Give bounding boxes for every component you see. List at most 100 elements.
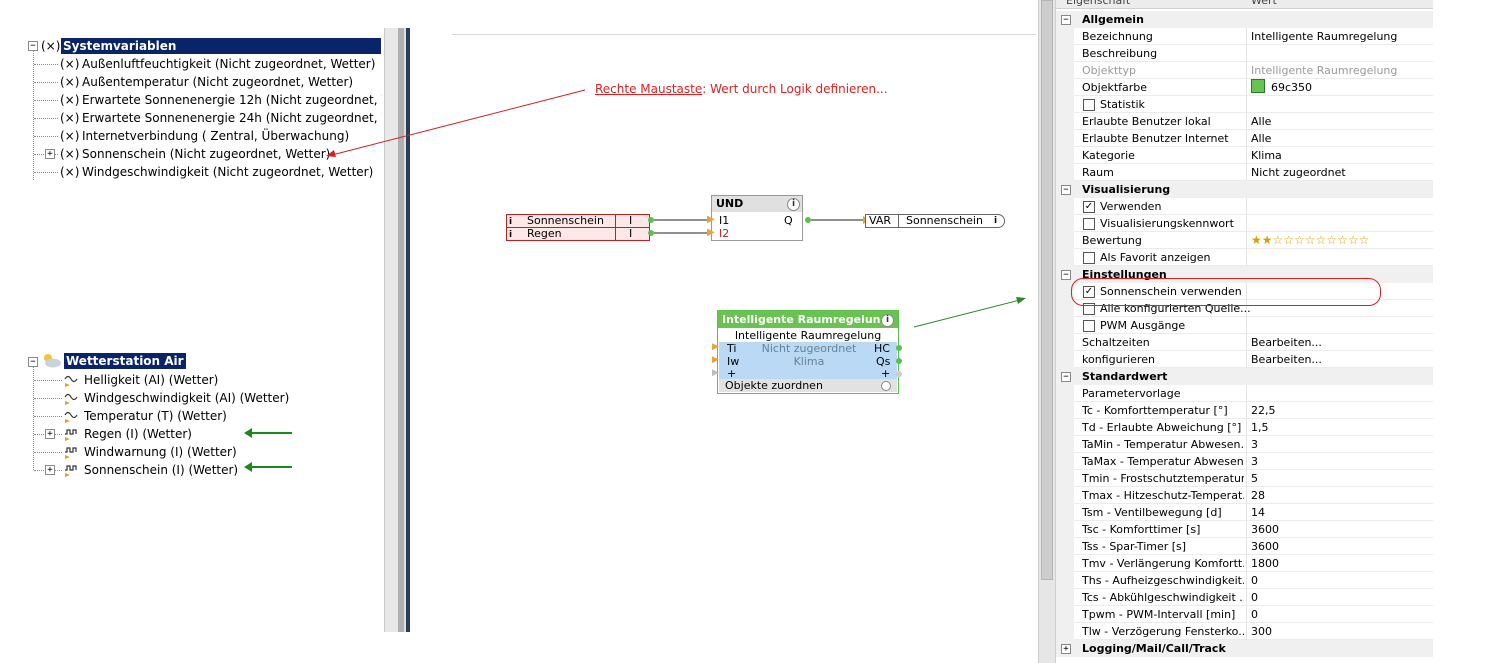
pg-row-kategorie[interactable]: Kategorie Klima [1056,147,1433,164]
expand-toggle[interactable]: + [45,465,55,475]
checkbox[interactable] [1083,320,1095,332]
property-value[interactable]: 0 [1251,606,1431,623]
property-value[interactable]: 28 [1251,487,1431,504]
property-value[interactable]: Alle [1251,113,1431,130]
pg-row-tsc-komforttimer-s[interactable]: Tsc - Komforttimer [s] 3600 [1056,521,1433,538]
category-toggle[interactable]: − [1061,270,1071,280]
pg-category-allgemein[interactable]: − Allgemein [1056,11,1433,28]
property-value[interactable]: 3600 [1251,538,1431,555]
expand-toggle[interactable]: + [45,429,55,439]
tree-root-wetterstation[interactable]: Wetterstation Air [64,353,186,369]
pg-row-tmin-frostschutztemperatur[interactable]: Tmin - Frostschutztemperatur... 5 [1056,470,1433,487]
pg-category-standardwert[interactable]: − Standardwert [1056,368,1433,385]
pg-row-erlaubte-benutzer-lokal[interactable]: Erlaubte Benutzer lokal Alle [1056,113,1433,130]
property-value[interactable]: 1,5 [1251,419,1431,436]
pg-row-objekttyp[interactable]: Objekttyp Intelligente Raumregelung [1056,62,1433,79]
expand-toggle[interactable]: + [45,149,55,159]
property-value[interactable]: 22,5 [1251,402,1431,419]
pg-row-erlaubte-benutzer-internet[interactable]: Erlaubte Benutzer Internet Alle [1056,130,1433,147]
pg-row-als-favorit-anzeigen[interactable]: Als Favorit anzeigen [1056,249,1433,266]
pg-row-verwenden[interactable]: ✓ Verwenden [1056,198,1433,215]
tree-item[interactable]: Windwarnung (I) (Wetter) [84,443,237,461]
pg-row-raum[interactable]: Raum Nicht zugeordnet [1056,164,1433,181]
property-value[interactable]: 69c350 [1251,79,1431,96]
property-name: Tmin - Frostschutztemperatur... [1082,472,1244,485]
tree-item[interactable]: Regen (I) (Wetter) [84,425,192,443]
category-toggle[interactable]: − [1061,372,1071,382]
property-value[interactable]: Bearbeiten... [1251,351,1431,368]
property-value[interactable]: Intelligente Raumregelung [1251,28,1431,45]
pg-row-visualisierungskennwort[interactable]: Visualisierungskennwort [1056,215,1433,232]
input-sonnenschein[interactable]: i Sonnenschein I [506,214,650,228]
checkbox[interactable]: ✓ [1083,201,1095,213]
pg-row-tmv-verl-ngerung-komfortt[interactable]: Tmv - Verlängerung Komfortt... 1800 [1056,555,1433,572]
property-value[interactable]: 1800 [1251,555,1431,572]
settings-icon[interactable] [881,381,891,391]
property-value[interactable]: 3 [1251,453,1431,470]
checkbox[interactable] [1083,252,1095,264]
property-value[interactable]: 0 [1251,589,1431,606]
tree-item[interactable]: Helligkeit (AI) (Wetter) [84,371,218,389]
pg-row-pwm-ausg-nge[interactable]: PWM Ausgänge [1056,317,1433,334]
pg-row-bewertung[interactable]: Bewertung ★★☆☆☆☆☆☆☆☆☆ [1056,232,1433,249]
pg-row-ths-aufheizgeschwindigkeit[interactable]: Ths - Aufheizgeschwindigkeit... 0 [1056,572,1433,589]
checkbox[interactable] [1083,218,1095,230]
property-value[interactable]: 0 [1251,572,1431,589]
property-name: Ths - Aufheizgeschwindigkeit... [1082,574,1244,587]
tree-item[interactable]: Windgeschwindigkeit (Nicht zugeordnet, W… [82,163,373,181]
pg-row-td-erlaubte-abweichung[interactable]: Td - Erlaubte Abweichung [°] 1,5 [1056,419,1433,436]
pg-category-logging-mail-call-track[interactable]: + Logging/Mail/Call/Track [1056,640,1433,657]
pg-row-konfigurieren[interactable]: konfigurieren Bearbeiten... [1056,351,1433,368]
category-toggle[interactable]: + [1061,644,1071,654]
pg-row-beschreibung[interactable]: Beschreibung [1056,45,1433,62]
property-value[interactable]: 3 [1251,436,1431,453]
tree-item[interactable]: Außenluftfeuchtigkeit (Nicht zugeordnet,… [82,55,375,73]
raumregelung-block[interactable]: Intelligente Raumregelung i Intelligente… [712,310,902,394]
pg-row-tpwm-pwm-intervall-min[interactable]: Tpwm - PWM-Intervall [min] 0 [1056,606,1433,623]
property-value[interactable]: 5 [1251,470,1431,487]
pg-row-tcs-abk-hlgeschwindigkeit[interactable]: Tcs - Abkühlgeschwindigkeit ... 0 [1056,589,1433,606]
category-toggle[interactable]: − [1061,185,1071,195]
rating-stars[interactable]: ★★☆☆☆☆☆☆☆☆☆ [1251,232,1431,249]
property-value[interactable]: 300 [1251,623,1431,640]
vertical-scrollbar[interactable] [1039,0,1056,663]
pg-row-tamin-temperatur-abwesen[interactable]: TaMin - Temperatur Abwesen... 3 [1056,436,1433,453]
pg-row-tsm-ventilbewegung-d[interactable]: Tsm - Ventilbewegung [d] 14 [1056,504,1433,521]
var-sonnenschein[interactable]: VAR Sonnenschein i [865,214,1005,228]
pg-row-tss-spar-timer-s[interactable]: Tss - Spar-Timer [s] 3600 [1056,538,1433,555]
var-label: Sonnenschein [906,214,983,227]
tree-item[interactable]: Internetverbindung ( Zentral, Überwachun… [82,127,349,145]
property-value[interactable]: 14 [1251,504,1431,521]
pg-category-visualisierung[interactable]: − Visualisierung [1056,181,1433,198]
property-value[interactable]: Alle [1251,130,1431,147]
pg-row-tlw-verz-gerung-fensterko[interactable]: Tlw - Verzögerung Fensterko... 300 [1056,623,1433,640]
raum-footer[interactable]: Objekte zuordnen [719,379,897,392]
info-icon[interactable]: i [787,198,800,211]
tree-item[interactable]: Sonnenschein (Nicht zugeordnet, Wetter) [82,145,330,163]
property-value[interactable]: 3600 [1251,521,1431,538]
property-value[interactable]: Bearbeiten... [1251,334,1431,351]
category-toggle[interactable]: − [1061,15,1071,25]
input-regen[interactable]: i Regen I [506,227,650,241]
tree-root-systemvariablen[interactable]: Systemvariablen [61,38,381,54]
info-icon[interactable]: i [881,314,894,327]
pg-row-bezeichnung[interactable]: Bezeichnung Intelligente Raumregelung [1056,28,1433,45]
pg-row-tamax-temperatur-abwesen[interactable]: TaMax - Temperatur Abwesen... 3 [1056,453,1433,470]
pg-row-schaltzeiten[interactable]: Schaltzeiten Bearbeiten... [1056,334,1433,351]
tree-item[interactable]: Sonnenschein (I) (Wetter) [84,461,238,479]
property-value[interactable]: Klima [1251,147,1431,164]
scrollbar-thumb[interactable] [1041,0,1053,580]
tree-item[interactable]: Windgeschwindigkeit (AI) (Wetter) [84,389,289,407]
pg-row-objektfarbe[interactable]: Objektfarbe 69c350 [1056,79,1433,96]
pg-row-parametervorlage[interactable]: Parametervorlage [1056,385,1433,402]
pg-row-statistik[interactable]: Statistik [1056,96,1433,113]
tree-item[interactable]: Außentemperatur (Nicht zugeordnet, Wette… [82,73,353,91]
output-dot [896,358,902,364]
pg-row-tmax-hitzeschutz-temperat[interactable]: Tmax - Hitzeschutz-Temperat... 28 [1056,487,1433,504]
property-value[interactable]: Intelligente Raumregelung [1251,62,1431,79]
pg-row-tc-komforttemperatur[interactable]: Tc - Komforttemperatur [°] 22,5 [1056,402,1433,419]
property-value[interactable]: Nicht zugeordnet [1251,164,1431,181]
tree-item[interactable]: Temperatur (T) (Wetter) [84,407,227,425]
checkbox[interactable] [1083,99,1095,111]
und-block[interactable]: UND i ▶ I1 ▶ I2 Q [707,195,803,241]
